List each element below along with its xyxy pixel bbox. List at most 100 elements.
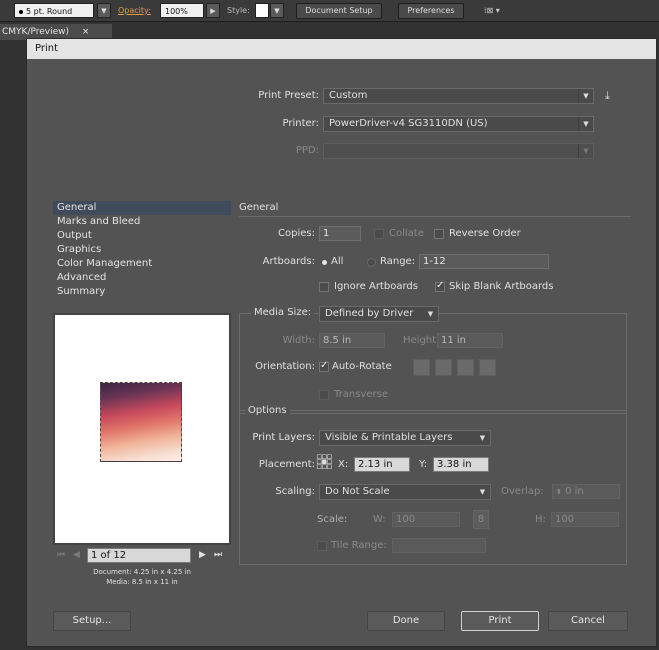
width-field[interactable]: 8.5 in: [319, 333, 385, 348]
chevron-down-icon: ▼: [427, 310, 434, 318]
printer-dropdown[interactable]: PowerDriver-v4 SG3110DN (US) ▼: [323, 116, 594, 132]
x-field[interactable]: 2.13 in: [354, 457, 410, 472]
chevron-down-icon: ▼: [479, 488, 486, 496]
ppd-dropdown[interactable]: ▼: [323, 143, 594, 159]
category-general[interactable]: General: [53, 201, 231, 215]
chevron-down-icon: ▼: [578, 117, 593, 131]
category-marks-and-bleed[interactable]: Marks and Bleed: [53, 215, 231, 229]
last-page-icon[interactable]: ⏭: [214, 550, 222, 560]
category-color-management[interactable]: Color Management: [53, 257, 231, 271]
style-dropdown-button[interactable]: ▼: [270, 3, 284, 18]
opacity-field[interactable]: 100%: [160, 3, 204, 18]
previous-page-icon[interactable]: ◀: [73, 550, 80, 560]
print-button[interactable]: Print: [461, 611, 539, 631]
category-summary[interactable]: Summary: [53, 285, 231, 299]
skip-blank-checkbox[interactable]: [435, 280, 445, 292]
reverse-order-checkbox[interactable]: [434, 229, 444, 239]
overlap-label: Overlap:: [501, 486, 544, 497]
document-size-info: Document: 4.25 in x 4.25 in: [93, 568, 191, 576]
next-page-icon[interactable]: ▶: [199, 550, 206, 560]
ignore-artboards-checkbox[interactable]: [319, 282, 329, 292]
constrain-proportions-link-icon[interactable]: 8: [473, 510, 489, 529]
transverse-label: Transverse: [334, 389, 388, 400]
portrait-orientation-icon[interactable]: [413, 359, 430, 376]
ignore-artboards-label: Ignore Artboards: [334, 281, 418, 292]
app-control-bar: 5 pt. Round ▼ Opacity: 100% ▶ Style: ▼ D…: [0, 0, 659, 22]
media-size-value: Defined by Driver: [325, 308, 414, 319]
print-layers-dropdown[interactable]: Visible & Printable Layers ▼: [319, 430, 491, 446]
overlap-field[interactable]: ⬍ 0 in: [552, 484, 620, 499]
auto-rotate-checkbox[interactable]: [319, 360, 329, 372]
setup-button[interactable]: Setup...: [53, 611, 131, 631]
brush-dot-icon: [19, 9, 23, 14]
skip-blank-label: Skip Blank Artboards: [449, 281, 554, 292]
all-radio[interactable]: [322, 260, 327, 265]
section-divider: [239, 216, 631, 217]
landscape-orientation-icon[interactable]: [435, 359, 452, 376]
tile-range-label: Tile Range:: [331, 540, 387, 551]
height-label: Height:: [403, 335, 440, 346]
scaling-label: Scaling:: [275, 486, 315, 497]
category-advanced[interactable]: Advanced: [53, 271, 231, 285]
printer-value: PowerDriver-v4 SG3110DN (US): [329, 118, 488, 129]
cancel-button[interactable]: Cancel: [548, 611, 628, 631]
media-size-label: Media Size:: [251, 307, 315, 318]
scaling-dropdown[interactable]: Do Not Scale ▼: [319, 484, 491, 500]
transverse-checkbox[interactable]: [319, 390, 329, 400]
print-preview-pane[interactable]: [53, 313, 231, 545]
scale-label: Scale:: [317, 514, 348, 525]
page-indicator-field[interactable]: 1 of 12: [87, 548, 191, 563]
brush-field[interactable]: 5 pt. Round: [14, 3, 94, 18]
media-size-dropdown[interactable]: Defined by Driver ▼: [319, 306, 439, 322]
copies-field[interactable]: 1: [319, 226, 361, 241]
brush-value: 5 pt. Round: [26, 7, 73, 16]
x-label: X:: [338, 459, 349, 470]
chevron-down-icon: ▼: [479, 434, 486, 442]
flipped-portrait-orientation-icon[interactable]: [457, 359, 474, 376]
scale-h-field[interactable]: 100: [551, 512, 619, 527]
arrange-icon[interactable]: ⁞⊠ ▾: [484, 3, 500, 18]
placement-reference-point-icon[interactable]: ▫▫▫ ▫▪▫ ▫▫▫: [316, 453, 332, 472]
print-preset-value: Custom: [329, 90, 368, 101]
save-preset-icon[interactable]: ⤓: [605, 89, 610, 103]
options-title: Options: [245, 405, 290, 416]
tile-range-field[interactable]: [392, 538, 486, 553]
media-size-info: Media: 8.5 in x 11 in: [106, 578, 178, 586]
collate-checkbox[interactable]: [374, 229, 384, 239]
range-field[interactable]: 1-12: [419, 254, 549, 269]
width-label: Width:: [282, 335, 315, 346]
close-tab-icon[interactable]: ×: [82, 27, 90, 37]
print-preset-dropdown[interactable]: Custom ▼: [323, 88, 594, 104]
dialog-body: Print Preset: Custom ▼ ⤓ Printer: PowerD…: [33, 61, 651, 641]
auto-rotate-label: Auto-Rotate: [332, 361, 392, 372]
placement-label: Placement:: [258, 459, 315, 470]
category-output[interactable]: Output: [53, 229, 231, 243]
all-label: All: [331, 256, 344, 267]
stepper-icon: ⬍: [556, 488, 562, 496]
flipped-landscape-orientation-icon[interactable]: [479, 359, 496, 376]
print-dialog: Print Print Preset: Custom ▼ ⤓ Printer: …: [26, 38, 657, 647]
y-field[interactable]: 3.38 in: [433, 457, 489, 472]
scale-w-field[interactable]: 100: [392, 512, 460, 527]
y-label: Y:: [419, 459, 428, 470]
tile-range-checkbox[interactable]: [317, 541, 327, 551]
opacity-label[interactable]: Opacity:: [118, 3, 151, 18]
opacity-arrow-button[interactable]: ▶: [206, 3, 220, 18]
brush-dropdown-button[interactable]: ▼: [97, 3, 111, 18]
category-list: General Marks and Bleed Output Graphics …: [53, 201, 231, 301]
category-graphics[interactable]: Graphics: [53, 243, 231, 257]
document-setup-button[interactable]: Document Setup: [296, 3, 382, 19]
preferences-button[interactable]: Preferences: [398, 3, 464, 19]
ppd-label: PPD:: [295, 145, 319, 156]
height-field[interactable]: 11 in: [437, 333, 503, 348]
artboards-label: Artboards:: [262, 256, 315, 267]
range-radio[interactable]: [367, 258, 376, 267]
orientation-buttons: [413, 359, 509, 377]
dialog-title: Print: [27, 39, 656, 59]
done-button[interactable]: Done: [367, 611, 445, 631]
document-tab-title: CMYK/Preview): [2, 27, 70, 37]
style-swatch[interactable]: [255, 3, 269, 18]
printer-label: Printer:: [282, 118, 319, 129]
first-page-icon[interactable]: ⏮: [57, 550, 65, 560]
chevron-down-icon: ▼: [578, 89, 593, 103]
